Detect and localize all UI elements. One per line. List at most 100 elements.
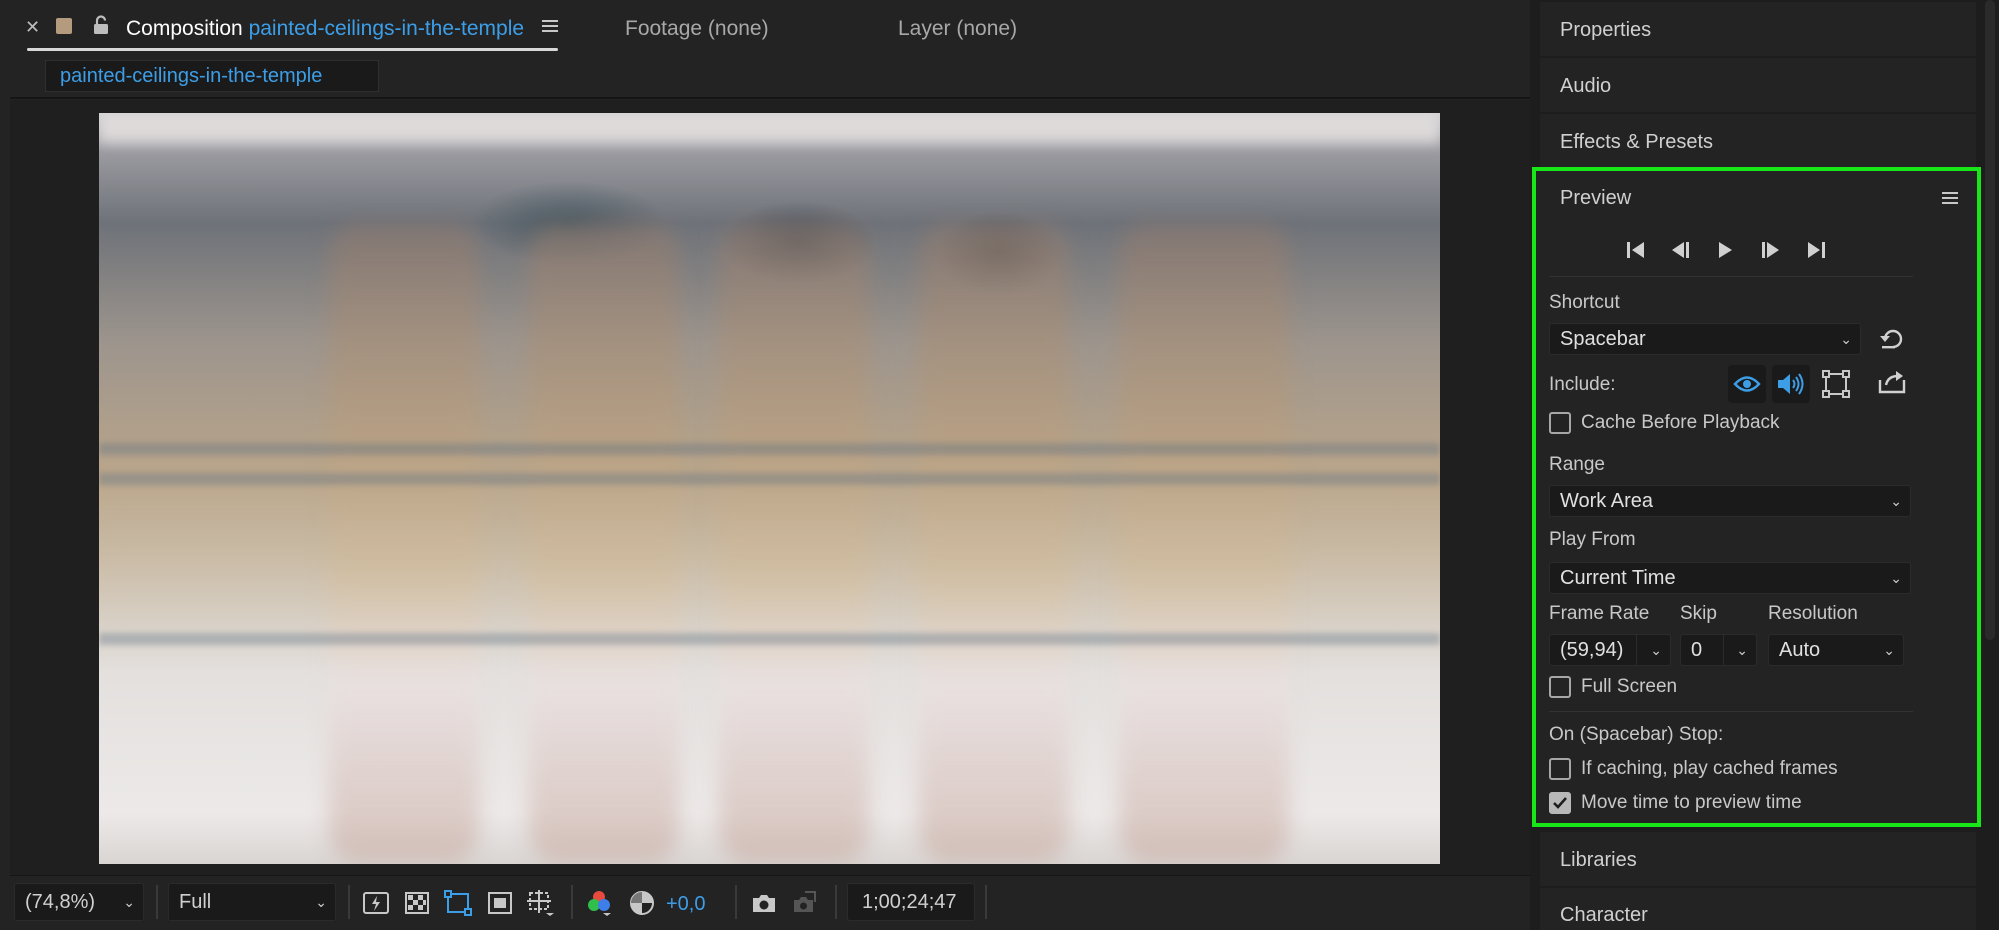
output-to-external-monitor-icon[interactable] [1878,370,1906,399]
image-figure [719,223,869,863]
include-label: Include: [1549,374,1616,395]
lock-icon[interactable] [92,15,110,40]
audio-panel-header[interactable]: Audio [1540,58,1976,112]
mask-path-visibility-icon[interactable] [443,888,473,918]
dropdown-divider [1636,635,1637,665]
tab-composition-label: Composition [126,17,243,40]
if-caching-checkbox[interactable] [1549,758,1571,780]
image-figure [329,223,479,863]
effects-presets-panel-title: Effects & Presets [1560,131,1714,153]
previous-frame-icon[interactable] [1664,235,1698,265]
active-tab-indicator [27,48,558,51]
eye-icon [1733,376,1761,392]
image-figure [529,223,679,863]
libraries-panel-title: Libraries [1560,849,1637,871]
zoom-value: (74,8%) [25,891,96,913]
timecode-value: 1;00;24;47 [862,891,957,913]
composition-color-label-icon[interactable] [56,18,72,34]
include-overlays-toggle-icon[interactable] [1822,370,1850,403]
play-icon[interactable] [1708,235,1742,265]
audio-panel-title: Audio [1560,75,1612,97]
channels-icon[interactable] [584,888,614,918]
toolbar-divider [571,885,573,919]
image-band [99,443,1440,455]
breadcrumb[interactable]: painted-ceilings-in-the-temple [45,60,379,92]
properties-panel-header[interactable]: Properties [1540,2,1976,56]
on-stop-label: On (Spacebar) Stop: [1549,724,1724,745]
current-time-display[interactable]: 1;00;24;47 [847,883,975,921]
image-figure [919,223,1069,863]
toolbar-divider [985,885,987,919]
preview-panel-menu-icon[interactable] [1942,191,1958,210]
toolbar-divider [835,885,837,919]
shortcut-label: Shortcut [1549,292,1620,313]
reset-shortcut-icon[interactable] [1879,327,1905,356]
play-from-dropdown[interactable]: Current Time ⌄ [1549,562,1911,594]
cache-before-playback-label: Cache Before Playback [1581,412,1780,433]
properties-panel-title: Properties [1560,19,1652,41]
shortcut-dropdown[interactable]: Spacebar ⌄ [1549,323,1861,355]
snapshot-camera-icon[interactable] [749,888,779,918]
if-caching-label: If caching, play cached frames [1581,758,1838,779]
panel-scrollbar[interactable] [1985,0,1995,640]
skip-value: 0 [1691,639,1703,661]
resolution-dropdown[interactable]: Auto ⌄ [1768,634,1904,666]
next-frame-icon[interactable] [1753,235,1787,265]
chevron-down-icon: ⌄ [1736,642,1748,658]
toolbar-divider [735,885,737,919]
full-screen-checkbox[interactable] [1549,676,1571,698]
range-dropdown[interactable]: Work Area ⌄ [1549,485,1911,517]
tab-layer[interactable]: Layer (none) [898,18,1017,39]
composition-frame-image[interactable] [99,113,1440,864]
full-screen-label: Full Screen [1581,676,1678,697]
cache-before-playback-checkbox[interactable] [1549,412,1571,434]
chevron-down-icon: ⌄ [315,894,327,910]
include-video-toggle[interactable] [1728,365,1766,403]
frame-rate-label: Frame Rate [1549,603,1650,624]
image-figure [1119,223,1289,863]
move-time-checkbox[interactable] [1549,792,1571,814]
tab-composition-name: painted-ceilings-in-the-temple [248,17,525,40]
chevron-down-icon: ⌄ [1650,642,1662,658]
chevron-down-icon: ⌄ [1890,570,1902,586]
tab-composition[interactable]: Composition painted-ceilings-in-the-temp… [126,18,524,39]
dropdown-divider [1723,635,1724,665]
first-frame-icon[interactable] [1619,235,1653,265]
preview-panel-title: Preview [1560,187,1632,209]
shortcut-value: Spacebar [1560,328,1646,350]
skip-dropdown[interactable]: 0 ⌄ [1680,634,1757,666]
tab-footage[interactable]: Footage (none) [625,18,769,39]
play-from-value: Current Time [1560,567,1676,589]
close-tab-icon[interactable]: ✕ [25,17,40,38]
reset-exposure-icon[interactable] [627,888,657,918]
move-time-label: Move time to preview time [1581,792,1802,813]
speaker-icon [1778,373,1804,395]
last-frame-icon[interactable] [1799,235,1833,265]
transparency-grid-icon[interactable] [402,888,432,918]
image-band-top [99,113,1440,143]
region-of-interest-icon[interactable] [485,888,515,918]
toolbar-divider [156,885,158,919]
include-audio-toggle[interactable] [1772,365,1810,403]
zoom-dropdown[interactable]: (74,8%) ⌄ [14,883,144,921]
exposure-value[interactable]: +0,0 [666,893,705,916]
effects-presets-panel-header[interactable]: Effects & Presets [1540,114,1976,168]
grid-guides-icon[interactable] [525,888,555,918]
skip-label: Skip [1680,603,1717,624]
toolbar-divider [348,885,350,919]
image-band [99,633,1440,645]
checkmark-icon [1553,797,1567,809]
character-panel-title: Character [1560,904,1648,926]
character-panel-header[interactable]: Character [1540,888,1976,930]
libraries-panel-header[interactable]: Libraries [1540,832,1976,886]
frame-rate-dropdown[interactable]: (59,94) ⌄ [1549,634,1671,666]
fast-previews-icon[interactable] [361,888,391,918]
resolution-dropdown[interactable]: Full ⌄ [168,883,336,921]
panel-menu-icon[interactable] [542,19,558,38]
chevron-down-icon: ⌄ [1883,642,1895,658]
frame-rate-value: (59,94) [1560,639,1624,661]
resolution-value: Auto [1779,639,1821,661]
chevron-down-icon: ⌄ [123,894,135,910]
chevron-down-icon: ⌄ [1840,331,1852,347]
show-snapshot-icon[interactable] [789,888,819,918]
